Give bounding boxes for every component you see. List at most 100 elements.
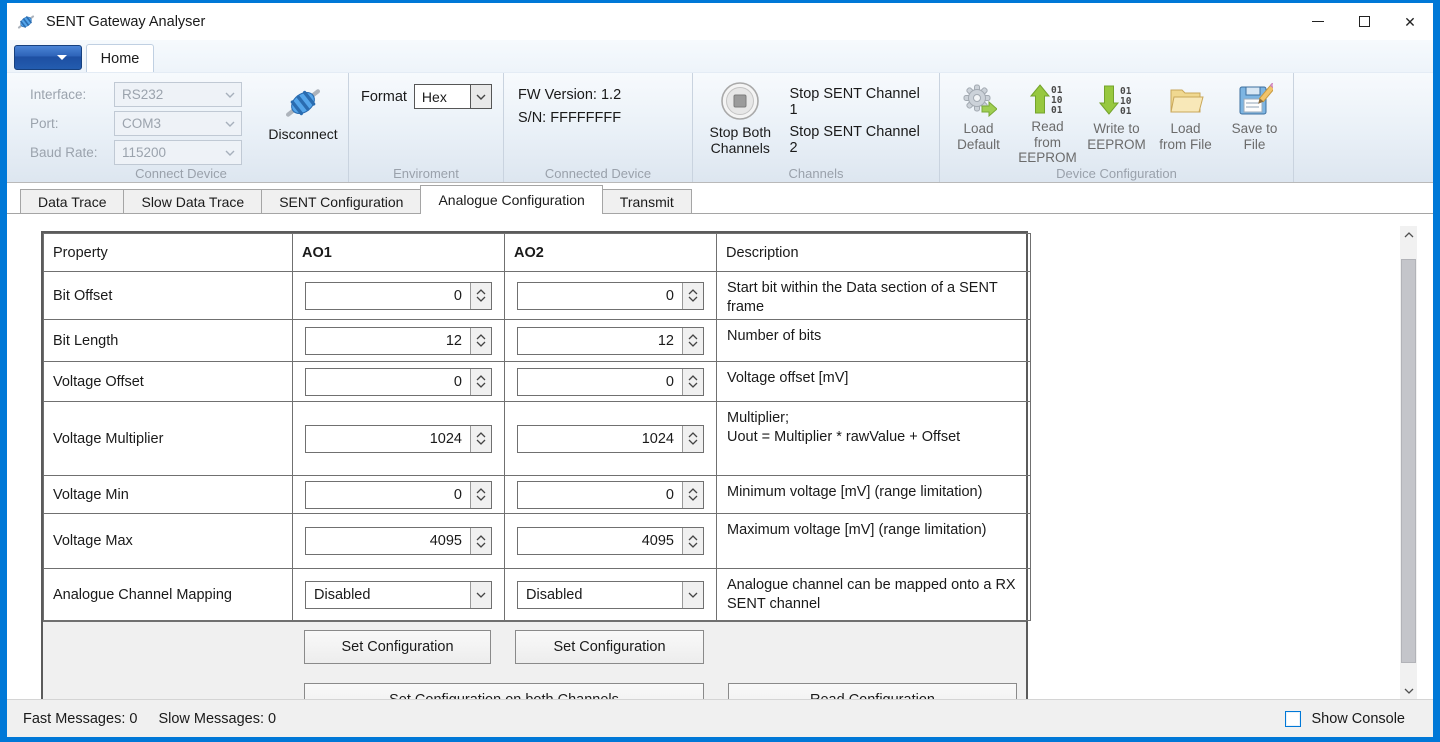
load-default-label: Load Default <box>957 121 1000 152</box>
minimize-button[interactable] <box>1295 3 1341 40</box>
spinner-arrows-icon[interactable] <box>682 426 703 452</box>
maximize-button[interactable] <box>1341 3 1387 40</box>
bit-length-ao1-spinner[interactable]: 12 <box>305 327 492 355</box>
tab-analogue-configuration[interactable]: Analogue Configuration <box>420 185 602 214</box>
ribbon-tab-home[interactable]: Home <box>86 44 154 72</box>
spinner-value[interactable]: 12 <box>518 328 682 354</box>
port-select[interactable]: COM3 <box>114 111 242 136</box>
spinner-value[interactable]: 4095 <box>306 528 470 554</box>
tab-sent-configuration[interactable]: SENT Configuration <box>261 189 421 214</box>
header-ao2: AO2 <box>505 234 717 272</box>
show-console-label: Show Console <box>1312 711 1406 727</box>
chevron-down-icon <box>470 85 491 108</box>
spinner-value[interactable]: 1024 <box>518 426 682 452</box>
set-configuration-ao2-button[interactable]: Set Configuration <box>515 630 704 664</box>
spinner-arrows-icon[interactable] <box>470 283 491 309</box>
spinner-value[interactable]: 0 <box>518 482 682 508</box>
group-label-connect-device: Connect Device <box>14 166 348 181</box>
voltage-multiplier-ao1-spinner[interactable]: 1024 <box>305 425 492 453</box>
show-console-checkbox[interactable] <box>1285 711 1301 727</box>
read-configuration-button[interactable]: Read Configuration <box>728 683 1017 699</box>
baud-rate-label: Baud Rate: <box>18 145 114 160</box>
voltage-multiplier-ao2-spinner[interactable]: 1024 <box>517 425 704 453</box>
arrow-down-binary-icon: 01 10 01 <box>1098 82 1136 118</box>
gear-arrow-icon <box>960 82 998 118</box>
save-to-file-button[interactable]: Save to File <box>1220 77 1289 164</box>
scrollbar-up-icon[interactable] <box>1400 226 1417 243</box>
spinner-arrows-icon[interactable] <box>682 482 703 508</box>
connector-icon <box>282 83 324 123</box>
format-select[interactable]: Hex <box>414 84 492 109</box>
voltage-max-ao1-spinner[interactable]: 4095 <box>305 527 492 555</box>
select-value: Disabled <box>518 582 682 608</box>
chevron-down-icon <box>219 150 241 156</box>
close-button[interactable]: ✕ <box>1387 3 1433 40</box>
chevron-down-icon[interactable] <box>682 582 703 608</box>
group-label-channels: Channels <box>693 166 939 181</box>
table-row: Bit Offset 0 0 Start bit within the Data… <box>44 272 1031 320</box>
voltage-offset-ao2-spinner[interactable]: 0 <box>517 368 704 396</box>
ribbon: Interface: RS232 Port: COM3 <box>7 72 1433 183</box>
table-row: Voltage Multiplier 1024 1024 Multiplier;… <box>44 402 1031 476</box>
application-menu-button[interactable] <box>14 45 82 70</box>
spinner-arrows-icon[interactable] <box>470 369 491 395</box>
bit-offset-ao1-spinner[interactable]: 0 <box>305 282 492 310</box>
statusbar: Fast Messages: 0 Slow Messages: 0 Show C… <box>7 699 1433 737</box>
spinner-arrows-icon[interactable] <box>470 528 491 554</box>
scrollbar-thumb[interactable] <box>1401 259 1416 663</box>
spinner-arrows-icon[interactable] <box>470 328 491 354</box>
chevron-down-icon[interactable] <box>470 582 491 608</box>
spinner-arrows-icon[interactable] <box>682 528 703 554</box>
ribbon-group-channels: Stop Both Channels Stop SENT Channel 1 S… <box>693 73 940 182</box>
spinner-value[interactable]: 0 <box>306 283 470 309</box>
interface-value: RS232 <box>115 87 219 102</box>
set-configuration-both-channels-button[interactable]: Set Configuration on both Channels <box>304 683 704 699</box>
read-from-eeprom-button[interactable]: 01 10 01 Read from EEPROM <box>1013 77 1082 164</box>
load-from-file-button[interactable]: Load from File <box>1151 77 1220 164</box>
spinner-value[interactable]: 12 <box>306 328 470 354</box>
description-text: Minimum voltage [mV] (range limitation) <box>717 476 1031 514</box>
vertical-scrollbar[interactable] <box>1400 226 1417 699</box>
property-label: Voltage Multiplier <box>44 402 293 476</box>
spinner-value[interactable]: 0 <box>518 369 682 395</box>
serial-number-text: S/N: FFFFFFFF <box>518 107 682 130</box>
scrollbar-down-icon[interactable] <box>1400 682 1417 699</box>
spinner-value[interactable]: 0 <box>306 369 470 395</box>
port-label: Port: <box>18 116 114 131</box>
spinner-arrows-icon[interactable] <box>682 283 703 309</box>
analogue-configuration-panel: Property AO1 AO2 Description Bit Offset … <box>7 214 1433 699</box>
bit-length-ao2-spinner[interactable]: 12 <box>517 327 704 355</box>
load-default-button[interactable]: Load Default <box>944 77 1013 164</box>
spinner-value[interactable]: 4095 <box>518 528 682 554</box>
tab-transmit[interactable]: Transmit <box>602 189 692 214</box>
spinner-arrows-icon[interactable] <box>470 426 491 452</box>
stop-sent-channel-2-button[interactable]: Stop SENT Channel 2 <box>784 122 936 158</box>
tab-slow-data-trace[interactable]: Slow Data Trace <box>123 189 262 214</box>
tab-data-trace[interactable]: Data Trace <box>20 189 124 214</box>
spinner-arrows-icon[interactable] <box>682 369 703 395</box>
baud-rate-select[interactable]: 115200 <box>114 140 242 165</box>
set-configuration-ao1-button[interactable]: Set Configuration <box>304 630 491 664</box>
channel-mapping-ao1-select[interactable]: Disabled <box>305 581 492 609</box>
interface-select[interactable]: RS232 <box>114 82 242 107</box>
write-to-eeprom-button[interactable]: 01 10 01 Write to EEPROM <box>1082 77 1151 164</box>
spinner-value[interactable]: 0 <box>306 482 470 508</box>
app-logo-icon <box>16 12 36 32</box>
bit-offset-ao2-spinner[interactable]: 0 <box>517 282 704 310</box>
disconnect-button[interactable]: Disconnect <box>262 77 344 164</box>
spinner-arrows-icon[interactable] <box>470 482 491 508</box>
interface-label: Interface: <box>18 87 114 102</box>
stop-sent-channel-1-button[interactable]: Stop SENT Channel 1 <box>784 84 936 120</box>
voltage-offset-ao1-spinner[interactable]: 0 <box>305 368 492 396</box>
voltage-min-ao1-spinner[interactable]: 0 <box>305 481 492 509</box>
voltage-max-ao2-spinner[interactable]: 4095 <box>517 527 704 555</box>
format-label: Format <box>361 89 407 105</box>
chevron-down-icon <box>219 92 241 98</box>
voltage-min-ao2-spinner[interactable]: 0 <box>517 481 704 509</box>
stop-both-channels-button[interactable]: Stop Both Channels <box>697 77 784 164</box>
header-property: Property <box>44 234 293 272</box>
channel-mapping-ao2-select[interactable]: Disabled <box>517 581 704 609</box>
spinner-value[interactable]: 1024 <box>306 426 470 452</box>
spinner-value[interactable]: 0 <box>518 283 682 309</box>
spinner-arrows-icon[interactable] <box>682 328 703 354</box>
